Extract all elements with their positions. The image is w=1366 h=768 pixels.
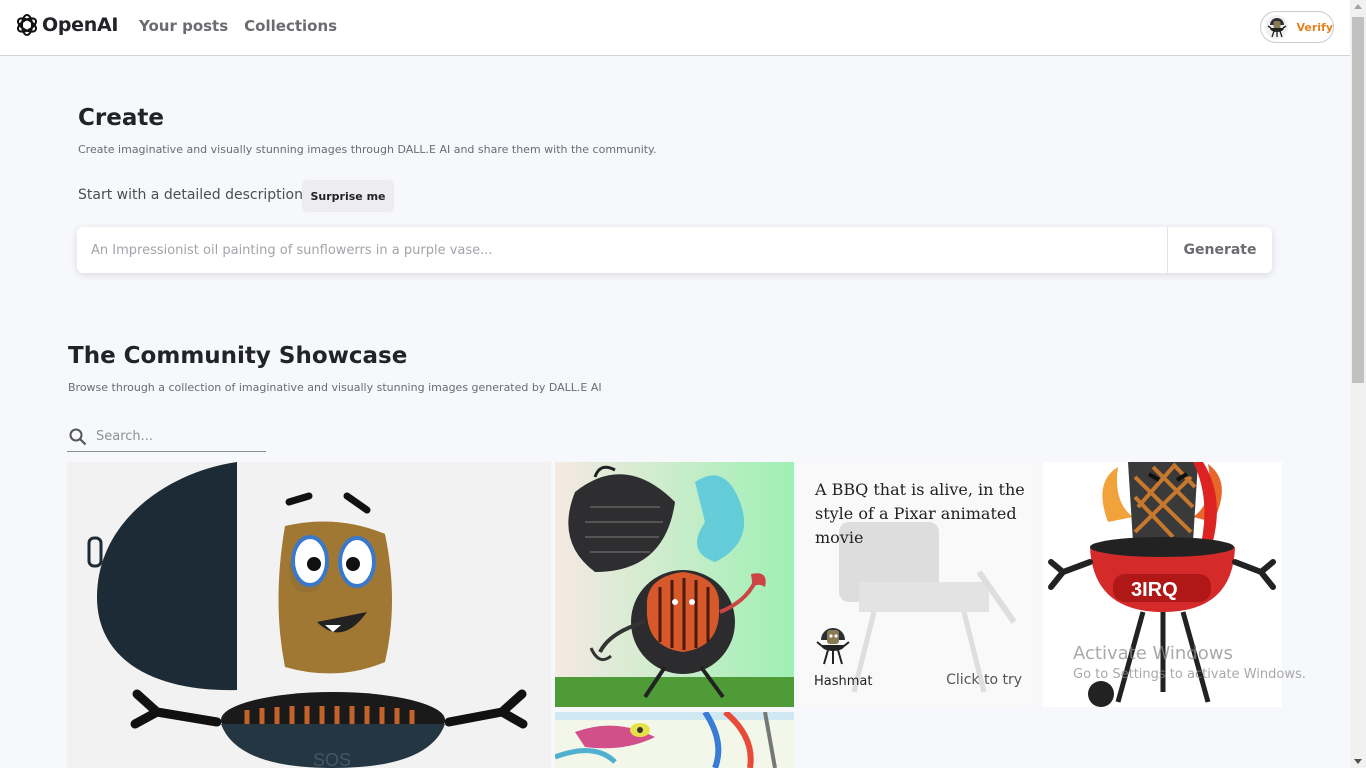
- author-avatar-icon: [816, 628, 850, 665]
- generate-button[interactable]: Generate: [1167, 227, 1272, 273]
- showcase-card-bbq-crab[interactable]: [555, 462, 794, 707]
- click-to-try-link[interactable]: Click to try: [946, 672, 1022, 688]
- openai-logo-icon: [16, 14, 38, 36]
- colorful-drawing-image: [555, 712, 794, 768]
- showcase-card-drawing[interactable]: [555, 712, 794, 768]
- scroll-thumb[interactable]: [1352, 17, 1364, 383]
- watermark-title: Activate Windows: [1073, 643, 1233, 664]
- create-title: Create: [78, 105, 164, 131]
- create-subtitle: Create imaginative and visually stunning…: [78, 143, 657, 156]
- grill-base-text: SOS: [313, 750, 351, 768]
- search-input[interactable]: [96, 429, 256, 444]
- verify-label: Verify: [1296, 20, 1333, 34]
- nav-your-posts[interactable]: Your posts: [139, 17, 228, 35]
- scroll-down-arrow-icon[interactable]: [1354, 759, 1362, 764]
- card-author: Hashmat: [814, 674, 873, 689]
- showcase-subtitle: Browse through a collection of imaginati…: [68, 381, 602, 394]
- search-icon: [69, 428, 87, 445]
- bbq-crab-image: [555, 462, 794, 707]
- prompt-input[interactable]: [77, 227, 1167, 273]
- bbq-character-image: SOS: [67, 462, 551, 768]
- surprise-me-button[interactable]: Surprise me: [302, 180, 394, 212]
- nav-collections[interactable]: Collections: [244, 17, 337, 35]
- top-nav-bar: OpenAI Your posts Collections Verify: [0, 0, 1350, 56]
- prompt-label: Start with a detailed description: [78, 187, 303, 203]
- brand-name: OpenAI: [42, 14, 119, 36]
- showcase-card-hovered[interactable]: A BBQ that is alive, in the style of a P…: [799, 462, 1038, 707]
- activate-windows-watermark: Activate Windows Go to Settings to activ…: [1073, 643, 1306, 682]
- grill-badge-text: 3IRQ: [1131, 579, 1178, 601]
- page-scrollbar[interactable]: [1350, 0, 1366, 768]
- main-nav: Your posts Collections: [139, 17, 337, 35]
- showcase-card-bbq-large[interactable]: SOS: [67, 462, 551, 768]
- showcase-title: The Community Showcase: [68, 343, 408, 369]
- openai-logo[interactable]: OpenAI: [14, 12, 118, 38]
- watermark-subtitle: Go to Settings to activate Windows.: [1073, 667, 1306, 682]
- prompt-form: Generate: [77, 227, 1272, 273]
- card-prompt-text: A BBQ that is alive, in the style of a P…: [815, 480, 1025, 547]
- scroll-up-arrow-icon[interactable]: [1354, 4, 1362, 9]
- verify-button[interactable]: Verify: [1260, 11, 1334, 43]
- avatar-icon: [1265, 15, 1289, 39]
- search-bar: [67, 422, 266, 452]
